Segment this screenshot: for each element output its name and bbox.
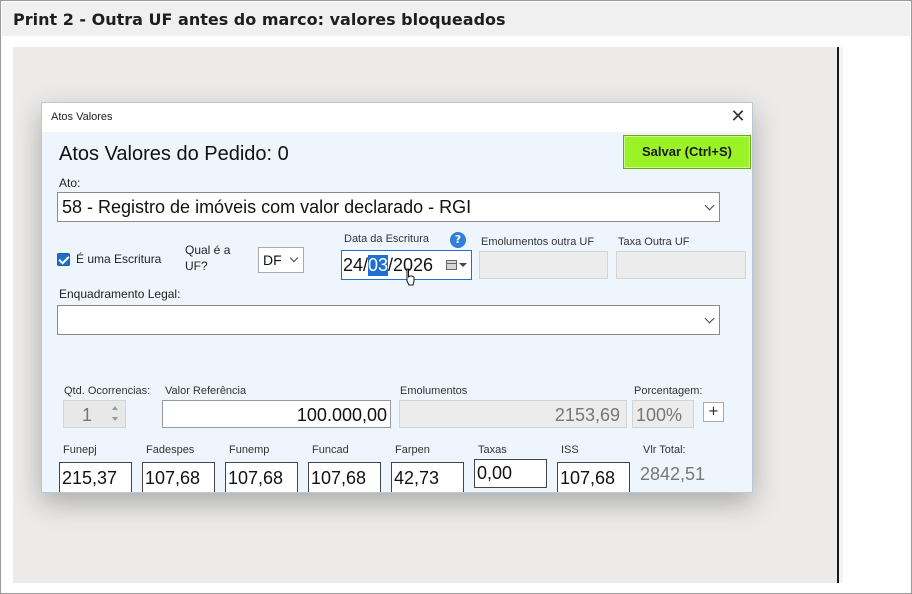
- valor-referencia-input[interactable]: 100.000,00: [162, 400, 391, 428]
- qual-uf-label-line2: UF?: [185, 259, 208, 273]
- fee-value-taxas: 0,00: [477, 463, 513, 483]
- spin-down-icon: [112, 417, 118, 421]
- valor-referencia-value: 100.000,00: [296, 405, 387, 425]
- porcentagem-value: 100%: [636, 405, 683, 425]
- fee-input-funemp[interactable]: 107,68: [225, 462, 298, 492]
- fee-label-iss: ISS: [561, 444, 579, 456]
- fee-input-iss[interactable]: 107,68: [557, 462, 630, 492]
- page-title: Print 2 - Outra UF antes do marco: valor…: [13, 10, 506, 29]
- date-month-selected: 03: [368, 255, 389, 276]
- uf-select-value: DF: [263, 252, 282, 268]
- calendar-icon[interactable]: [446, 260, 457, 270]
- page-frame: Print 2 - Outra UF antes do marco: valor…: [0, 0, 912, 594]
- fee-label-fadespes: Fadespes: [146, 444, 195, 456]
- enquadramento-label: Enquadramento Legal:: [59, 287, 181, 301]
- taxa-outra-uf-field: [616, 251, 746, 279]
- qtd-ocorrencias-label: Qtd. Ocorrencias:: [64, 385, 151, 397]
- fee-label-farpen: Farpen: [395, 444, 430, 456]
- chevron-down-icon: [704, 200, 715, 211]
- ato-select-value: 58 - Registro de imóveis com valor decla…: [62, 197, 472, 217]
- spin-up-icon: [112, 406, 118, 410]
- escritura-label: É uma Escritura: [76, 252, 162, 266]
- fee-value-funcad: 107,68: [311, 468, 367, 488]
- fee-input-funcad[interactable]: 107,68: [308, 462, 381, 492]
- page-header: Print 2 - Outra UF antes do marco: valor…: [2, 2, 910, 36]
- emolumentos-outra-uf-label: Emolumentos outra UF: [481, 236, 595, 248]
- calendar-dropdown-icon[interactable]: [459, 263, 467, 267]
- help-icon[interactable]: ?: [450, 232, 466, 248]
- escritura-checkbox[interactable]: [57, 253, 70, 266]
- mouse-cursor-icon: [406, 268, 415, 286]
- qtd-ocorrencias-value: 1: [82, 405, 93, 425]
- fee-input-farpen[interactable]: 42,73: [391, 462, 464, 492]
- fee-label-taxas: Taxas: [478, 444, 507, 456]
- qtd-ocorrencias-stepper: 1: [63, 400, 126, 428]
- uf-select[interactable]: DF: [258, 247, 304, 273]
- save-button[interactable]: Salvar (Ctrl+S): [623, 135, 751, 169]
- fee-input-taxas[interactable]: 0,00: [474, 459, 547, 488]
- date-day: 24: [343, 255, 364, 275]
- fee-label-funcad: Funcad: [312, 444, 349, 456]
- total-value: 2842,51: [640, 464, 706, 484]
- qual-uf-label-line1: Qual é a: [185, 243, 231, 257]
- ato-select[interactable]: 58 - Registro de imóveis com valor decla…: [57, 192, 720, 222]
- close-icon[interactable]: ✕: [726, 105, 750, 129]
- taxa-outra-uf-label: Taxa Outra UF: [618, 236, 690, 248]
- fee-value-funepj: 215,37: [62, 468, 118, 488]
- total-label: Vlr Total:: [643, 444, 686, 456]
- fee-input-fadespes[interactable]: 107,68: [142, 462, 215, 492]
- fee-label-funepj: Funepj: [63, 444, 97, 456]
- data-escritura-label: Data da Escritura: [344, 233, 429, 245]
- fee-value-iss: 107,68: [560, 468, 616, 488]
- emolumentos-field: 2153,69: [399, 400, 627, 428]
- screenshot-edge-strip: [839, 47, 843, 583]
- emolumentos-label: Emolumentos: [400, 385, 468, 397]
- porcentagem-field: 100%: [632, 400, 694, 428]
- ato-label: Ato:: [59, 176, 81, 190]
- chevron-down-icon: [704, 313, 715, 324]
- enquadramento-select[interactable]: [57, 305, 720, 335]
- fee-input-funepj[interactable]: 215,37: [59, 462, 132, 492]
- dialog-title: Atos Valores: [51, 111, 113, 123]
- emolumentos-outra-uf-field: [479, 251, 608, 279]
- dialog-titlebar: Atos Valores ✕: [42, 103, 752, 132]
- emolumentos-value: 2153,69: [554, 405, 620, 425]
- fee-value-farpen: 42,73: [394, 468, 440, 488]
- fee-value-funemp: 107,68: [228, 468, 284, 488]
- dialog-heading: Atos Valores do Pedido: 0: [59, 143, 289, 165]
- valor-referencia-label: Valor Referência: [165, 385, 247, 397]
- fee-value-fadespes: 107,68: [145, 468, 201, 488]
- add-percentage-button[interactable]: +: [703, 402, 724, 422]
- fee-label-funemp: Funemp: [229, 444, 270, 456]
- chevron-down-icon: [289, 253, 299, 263]
- atos-valores-dialog: Atos Valores ✕ Atos Valores do Pedido: 0…: [41, 102, 753, 493]
- porcentagem-label: Porcentagem:: [634, 385, 703, 397]
